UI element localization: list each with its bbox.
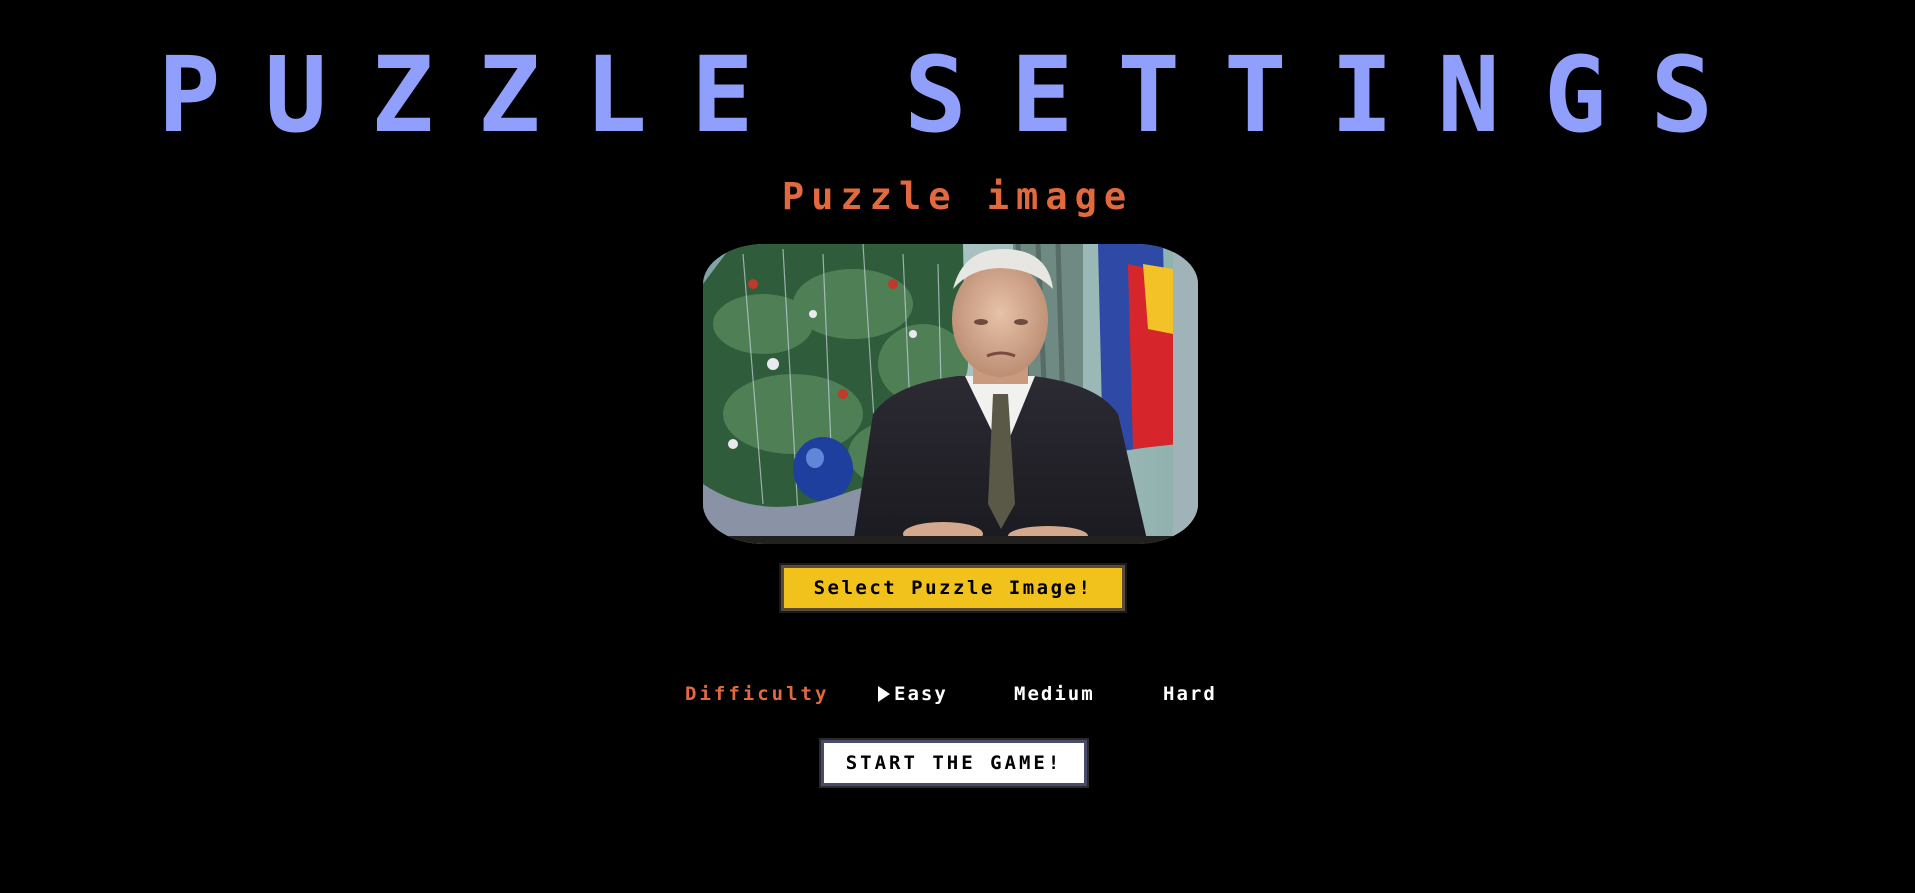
page-title: PUZZLE SETTINGS bbox=[157, 34, 1758, 156]
difficulty-option-easy[interactable]: Easy bbox=[878, 680, 948, 708]
difficulty-option-label: Easy bbox=[894, 683, 948, 705]
select-puzzle-image-button[interactable]: Select Puzzle Image! bbox=[779, 563, 1127, 613]
difficulty-option-medium[interactable]: Medium bbox=[1014, 680, 1095, 708]
start-game-button[interactable]: START THE GAME! bbox=[819, 738, 1089, 788]
difficulty-option-hard[interactable]: Hard bbox=[1163, 680, 1217, 708]
puzzle-image-heading: Puzzle image bbox=[781, 175, 1134, 218]
puzzle-image-preview bbox=[703, 244, 1198, 544]
triangle-pointer-icon bbox=[878, 686, 890, 702]
difficulty-row: Difficulty Easy Medium Hard bbox=[0, 680, 1915, 708]
difficulty-label: Difficulty bbox=[685, 683, 830, 705]
